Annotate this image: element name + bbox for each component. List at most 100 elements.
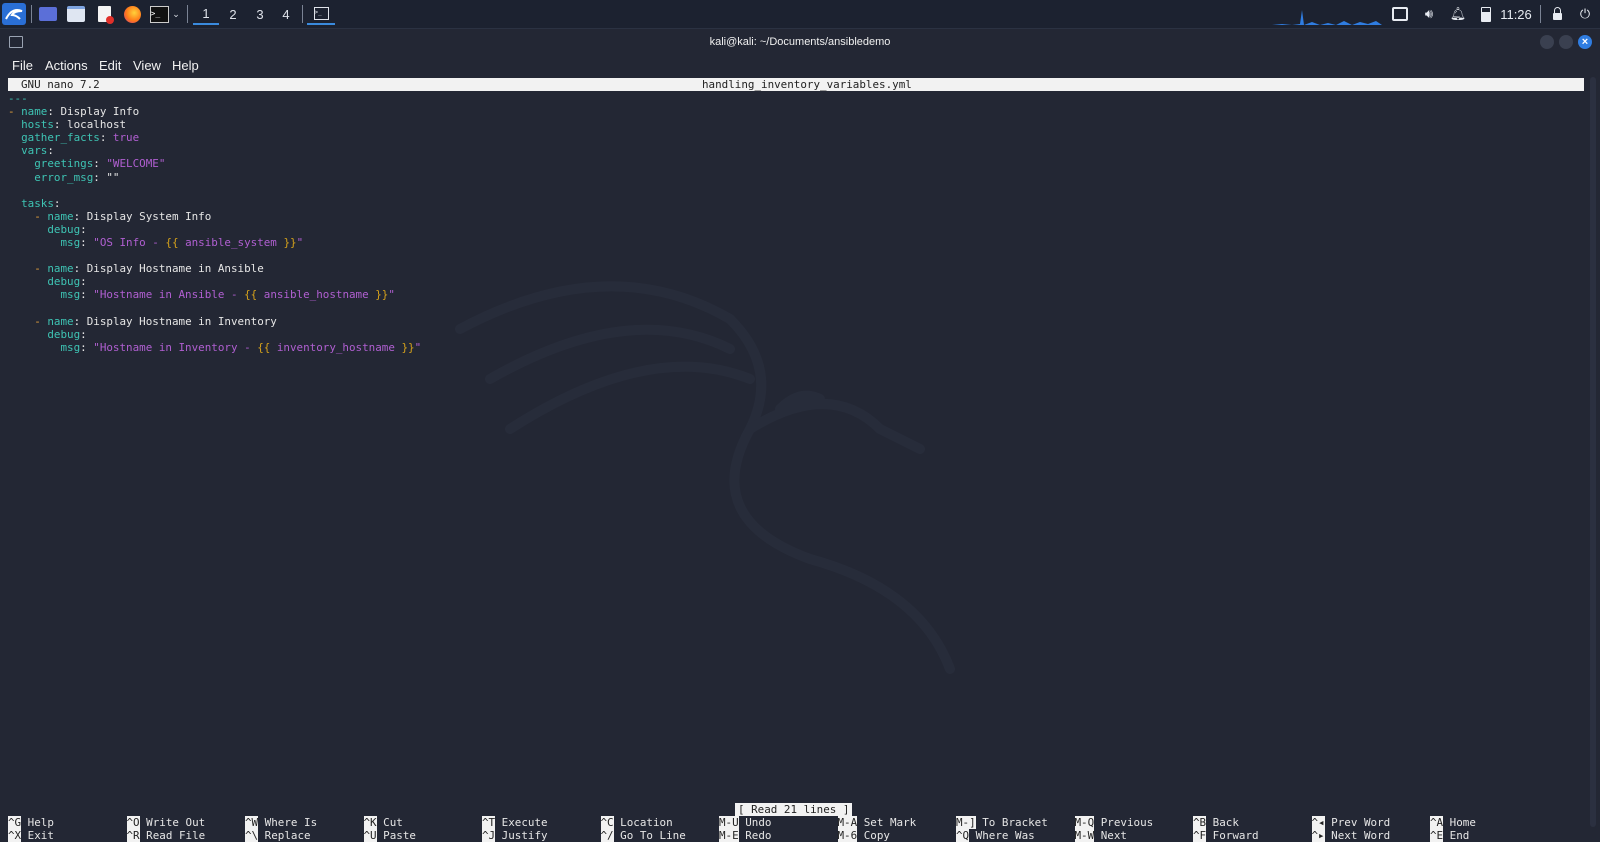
shortcut-key: ^C bbox=[600, 816, 614, 829]
yaml-string: "Hostname in Inventory - bbox=[93, 340, 258, 354]
taskbar-separator bbox=[31, 5, 32, 23]
volume-icon[interactable]: 🔊︎ bbox=[1418, 3, 1440, 25]
shortcut-help[interactable]: ^G Help bbox=[8, 816, 54, 829]
shortcut-key: ^▸ bbox=[1311, 829, 1325, 842]
shortcut-exit[interactable]: ^X Exit bbox=[8, 829, 54, 842]
shortcut-label: Exit bbox=[21, 829, 54, 842]
shortcut-previous[interactable]: M-Q Previous bbox=[1074, 816, 1153, 829]
shortcut-paste[interactable]: ^U Paste bbox=[363, 829, 416, 842]
shortcut-label: Read File bbox=[139, 829, 206, 842]
lock-icon[interactable] bbox=[1546, 3, 1568, 25]
shortcut-read-file[interactable]: ^R Read File bbox=[126, 829, 206, 842]
yaml-key: debug bbox=[47, 275, 81, 289]
code-line: debug: bbox=[47, 327, 87, 341]
notification-bell-icon[interactable]: 🔔︎ bbox=[1447, 3, 1469, 25]
workspace-2[interactable]: 2 bbox=[220, 3, 246, 25]
shortcut-key: ^A bbox=[1430, 816, 1444, 829]
shortcut-label: Replace bbox=[258, 829, 311, 842]
code-line: vars: bbox=[21, 144, 54, 158]
template-brace: }} bbox=[283, 236, 297, 250]
code-area[interactable]: --- - name: Display Info hosts: localhos… bbox=[8, 92, 421, 354]
maximize-button[interactable] bbox=[1559, 35, 1573, 49]
shortcut-next[interactable]: M-W Next bbox=[1074, 829, 1127, 842]
shortcut-key: ^X bbox=[8, 829, 22, 842]
shortcut-replace[interactable]: ^\ Replace bbox=[245, 829, 311, 842]
code-line: msg: "Hostname in Ansible - {{ ansible_h… bbox=[60, 288, 395, 302]
shortcut-end[interactable]: ^E End bbox=[1430, 829, 1469, 842]
shortcut-key: ^K bbox=[363, 816, 377, 829]
close-icon[interactable]: × bbox=[1578, 35, 1592, 49]
shortcut-redo[interactable]: M-E Redo bbox=[719, 829, 771, 842]
shortcut-key: ^J bbox=[482, 829, 496, 842]
terminal-launcher-icon[interactable]: >_ bbox=[147, 3, 171, 25]
shortcut-to-bracket[interactable]: M-] To Bracket bbox=[956, 816, 1048, 829]
clock[interactable]: 11:26 bbox=[1496, 3, 1536, 25]
yaml-key: tasks bbox=[21, 196, 54, 210]
desktop-icon[interactable] bbox=[36, 3, 60, 25]
taskbar-separator bbox=[187, 5, 188, 23]
template-variable: inventory_hostname bbox=[270, 340, 402, 354]
yaml-key: name bbox=[21, 105, 48, 119]
shortcut-location[interactable]: ^C Location bbox=[600, 816, 673, 829]
shortcut-prev-word[interactable]: ^◂ Prev Word bbox=[1311, 816, 1390, 829]
shortcut-execute[interactable]: ^T Execute bbox=[482, 816, 548, 829]
shortcut-label: Next Word bbox=[1324, 829, 1391, 842]
template-brace: {{ bbox=[257, 340, 271, 354]
firefox-icon[interactable] bbox=[120, 3, 144, 25]
yaml-string: "" bbox=[99, 170, 120, 184]
workspace-1[interactable]: 1 bbox=[193, 3, 219, 25]
workspace-3[interactable]: 3 bbox=[247, 3, 273, 25]
shortcut-next-word[interactable]: ^▸ Next Word bbox=[1311, 829, 1391, 842]
menu-edit[interactable]: Edit bbox=[99, 55, 121, 77]
window-titlebar[interactable]: kali@kali: ~/Documents/ansibledemo × bbox=[0, 29, 1600, 55]
yaml-key: greetings bbox=[34, 157, 94, 171]
shortcut-cut[interactable]: ^K Cut bbox=[363, 816, 403, 829]
minimize-button[interactable] bbox=[1540, 35, 1554, 49]
scrollbar[interactable] bbox=[1590, 77, 1596, 827]
shortcut-go-to-line[interactable]: ^/ Go To Line bbox=[600, 829, 686, 842]
terminal-task-button[interactable]: >_ bbox=[307, 3, 335, 25]
shortcut-home[interactable]: ^A Home bbox=[1430, 816, 1476, 829]
screenshot-icon[interactable] bbox=[1389, 3, 1411, 25]
menu-file[interactable]: File bbox=[12, 55, 33, 77]
battery-icon[interactable] bbox=[1475, 3, 1497, 25]
workspace-4[interactable]: 4 bbox=[273, 3, 299, 25]
template-variable: ansible_system bbox=[178, 236, 284, 250]
yaml-value: localhost bbox=[60, 118, 127, 132]
nano-editor[interactable]: GNU nano 7.2 handling_inventory_variable… bbox=[8, 77, 1584, 842]
template-brace: {{ bbox=[244, 288, 258, 302]
code-line: greetings: "WELCOME" bbox=[34, 157, 166, 171]
kali-menu-icon[interactable] bbox=[2, 3, 26, 25]
shortcut-key: ^R bbox=[126, 829, 140, 842]
power-icon[interactable]: ⏻ bbox=[1574, 3, 1596, 25]
menu-help[interactable]: Help bbox=[172, 55, 199, 77]
shortcut-copy[interactable]: M-6 Copy bbox=[837, 829, 890, 842]
shortcut-write-out[interactable]: ^O Write Out bbox=[126, 816, 205, 829]
menu-view[interactable]: View bbox=[133, 55, 161, 77]
shortcut-key: M-] bbox=[956, 816, 976, 829]
shortcut-key: M-Q bbox=[1074, 816, 1095, 829]
code-line: --- bbox=[8, 92, 421, 105]
shortcut-where-was[interactable]: ^Q Where Was bbox=[956, 829, 1035, 842]
cpu-graph-icon bbox=[1272, 10, 1382, 25]
code-line: gather_facts: true bbox=[21, 131, 140, 145]
shortcut-key: M-E bbox=[719, 829, 739, 842]
list-dash: - bbox=[8, 105, 22, 119]
shortcut-set-mark[interactable]: M-A Set Mark bbox=[837, 816, 916, 829]
menu-actions[interactable]: Actions bbox=[45, 55, 88, 77]
shortcut-where-is[interactable]: ^W Where Is bbox=[245, 816, 317, 829]
shortcut-key: ^U bbox=[363, 829, 377, 842]
text-editor-icon[interactable] bbox=[92, 3, 116, 25]
yaml-string: "OS Info - bbox=[93, 236, 166, 250]
shortcut-key: ^O bbox=[126, 816, 140, 829]
yaml-string: " bbox=[296, 236, 304, 250]
shortcut-forward[interactable]: ^F Forward bbox=[1193, 829, 1259, 842]
file-manager-icon[interactable] bbox=[64, 3, 88, 25]
code-line: - name: Display Hostname in Inventory bbox=[34, 314, 277, 328]
shortcut-justify[interactable]: ^J Justify bbox=[482, 829, 548, 842]
shortcut-label: Cut bbox=[376, 816, 403, 829]
shortcut-back[interactable]: ^B Back bbox=[1193, 816, 1239, 829]
shortcut-undo[interactable]: M-U Undo bbox=[719, 816, 771, 829]
chevron-down-icon[interactable]: ⌄ bbox=[170, 3, 182, 25]
code-line: tasks: bbox=[21, 196, 61, 210]
